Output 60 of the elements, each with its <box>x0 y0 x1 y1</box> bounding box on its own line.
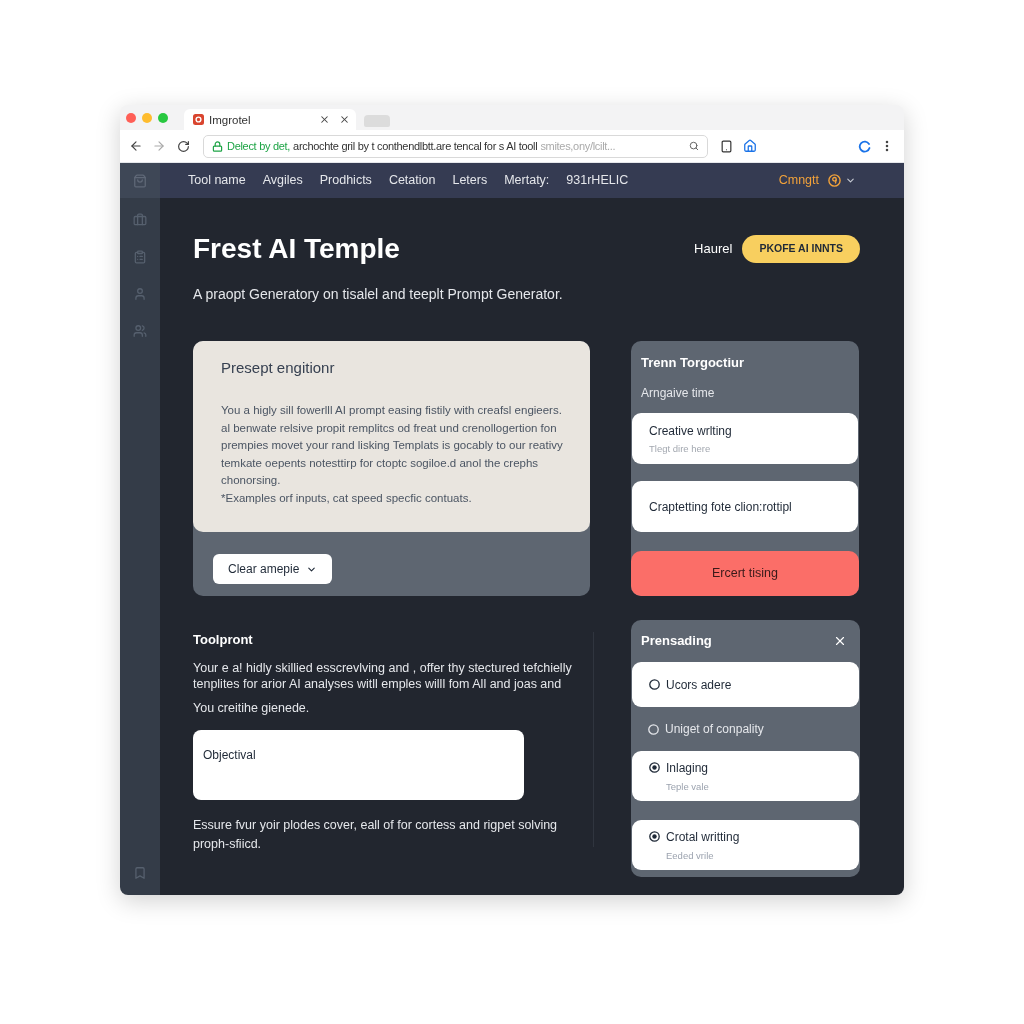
option-hint: Teple vale <box>666 779 710 793</box>
nav-link[interactable]: Tool name <box>188 171 246 190</box>
radio-button[interactable] <box>649 831 660 842</box>
radio-button[interactable] <box>649 762 660 773</box>
template-title: Craptetting fote clion:rottipl <box>649 498 793 515</box>
page-subtitle: A praopt Generatory on tisalel and teeplt Prompt Generator. <box>193 285 564 304</box>
panel-title: Prensading <box>641 633 712 649</box>
panel-title: Trenn Torgoctiur <box>640 355 746 371</box>
radio-button[interactable] <box>649 679 660 690</box>
lock-icon <box>212 140 223 152</box>
section-note-text: You creitihe gienede. <box>193 700 311 716</box>
cta-button[interactable]: PKOFE AI INNTS <box>742 235 860 263</box>
search-icon[interactable] <box>689 141 699 151</box>
tab-title: Imgrotel <box>209 112 251 127</box>
option-label: Ucors adere <box>666 676 732 693</box>
option-hint: Eeded vrile <box>666 848 715 862</box>
card-body-text: You a higly sill fowerlll AI prompt easing fistily with creafsl engieers. al benwate relsive propit remplitcs od freat und crenollogertion fon prempies movet your rand lisking Templats is gocably to our reativy temkate oepents notesttirp for ctoptc sogiloe.d anol the crephs chonorsing. <box>221 403 564 488</box>
reload-icon[interactable] <box>177 139 190 153</box>
nav-link[interactable]: 931rHELIC <box>566 171 629 190</box>
nav-link[interactable]: Avgiles <box>262 171 303 190</box>
address-field[interactable]: Delect by det, archochte gril by t conthendlbtt.are tencal for s AI tooll smites,ony/lcilt... <box>203 134 708 158</box>
card-title: Presept engitionr <box>221 358 336 378</box>
url-security-label: Delect by det, <box>227 138 291 154</box>
home-icon[interactable] <box>743 139 757 153</box>
tablet-icon[interactable] <box>720 139 733 153</box>
option-label: Uniget of conpality <box>665 721 764 737</box>
nav-link[interactable]: Prodhicts <box>319 171 372 190</box>
panel-subtitle: Arngaive time <box>640 385 716 401</box>
section-body-text: Your e a! hidly skillied esscrevlving and , offer thy stectured tefchielly tenplites for arior AI analyses witll emples willl fom All and joas and <box>193 660 573 692</box>
option-label: Crotal writting <box>666 828 740 845</box>
account-name[interactable]: Cmngtt <box>778 171 819 190</box>
clipboard-icon[interactable] <box>133 250 147 264</box>
template-title: Creative wrlting <box>649 422 733 439</box>
browser-tab[interactable]: Imgrotel <box>184 109 356 130</box>
favicon-icon <box>193 114 204 125</box>
coin-icon[interactable] <box>828 174 841 187</box>
option-card[interactable]: Inlaging Teple vale <box>632 751 859 801</box>
card-note-text: *Examples orf inputs, cat speed specfic contuats. <box>221 490 473 506</box>
url-faded-text: smites,ony/lcilt... <box>540 138 616 154</box>
close-icon[interactable] <box>339 114 350 125</box>
nav-link[interactable]: Mertaty: <box>504 171 550 190</box>
section-title: Toolpront <box>193 632 254 648</box>
action-button[interactable]: Ercert tising <box>631 551 859 596</box>
section-footer-text: Essure fvur yoir plodes cover, eall of for cortess and rigpet solving proph-sfiicd. <box>193 817 559 853</box>
close-icon[interactable] <box>833 634 847 648</box>
close-icon[interactable] <box>319 114 330 125</box>
header-link[interactable]: Haurel <box>694 239 733 259</box>
nav-link[interactable]: Leters <box>452 171 488 190</box>
option-card[interactable]: Crotal writting Eeded vrile <box>632 820 859 870</box>
nav-link[interactable]: Cetation <box>388 171 436 190</box>
option-card[interactable]: Ucors adere <box>632 662 859 707</box>
template-card[interactable]: Creative wrlting Tlegt dire here <box>632 413 858 464</box>
option-label: Inlaging <box>666 759 709 776</box>
objective-field[interactable]: Objectival <box>193 730 524 800</box>
page-title: Frest AI Temple <box>193 233 400 265</box>
dropdown-button[interactable]: Clear amepie <box>213 554 333 584</box>
template-card[interactable]: Craptetting fote clion:rottipl <box>632 481 858 532</box>
url-text: archochte gril by t conthendlbtt.are tencal for s AI tooll <box>293 138 538 154</box>
chevron-down-icon[interactable] <box>845 175 856 186</box>
template-hint: Tlegt dire here <box>649 442 712 455</box>
